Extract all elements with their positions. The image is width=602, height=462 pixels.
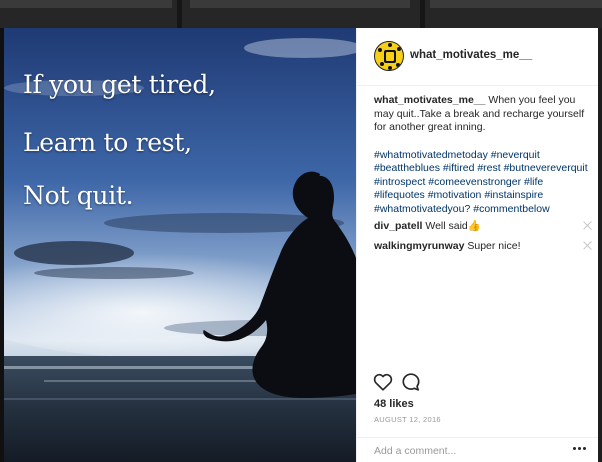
comments-list: what_motivates_me__ When you feel you ma… — [374, 94, 592, 256]
post-image[interactable]: If you get tired, Learn to rest, Not qui… — [4, 28, 356, 462]
comment-bar: Add a comment... — [357, 437, 598, 462]
quote-line-3: Not quit. — [23, 181, 134, 210]
comment-text: Super nice! — [467, 240, 521, 252]
comment-bubble-icon[interactable] — [400, 371, 422, 393]
caption-username[interactable]: what_motivates_me__ — [374, 94, 485, 106]
comment-text: Well said👍 — [425, 220, 481, 232]
comment-item: walkingmyrunway Super nice! — [374, 240, 592, 256]
comment-username[interactable]: walkingmyrunway — [374, 240, 464, 252]
backdrop-right — [598, 28, 602, 462]
post-date[interactable]: AUGUST 12, 2016 — [374, 415, 441, 424]
quote-line-1: If you get tired, — [23, 70, 216, 99]
likes-count[interactable]: 48 likes — [374, 398, 414, 410]
caption: what_motivates_me__ When you feel you ma… — [374, 94, 592, 216]
background-feed-strip — [0, 0, 602, 28]
comment-item: div_patell Well said👍 — [374, 220, 592, 236]
delete-comment-icon[interactable] — [583, 221, 592, 230]
comment-input[interactable]: Add a comment... — [374, 445, 456, 457]
comment-username[interactable]: div_patell — [374, 220, 422, 232]
heart-icon[interactable] — [372, 371, 394, 393]
post-details-panel: what_motivates_me__ what_motivates_me__ … — [356, 28, 598, 462]
caption-hashtags[interactable]: #whatmotivatedmetoday #neverquit #beatth… — [374, 149, 592, 217]
post-header: what_motivates_me__ — [357, 28, 598, 86]
delete-comment-icon[interactable] — [583, 241, 592, 250]
quote-line-2: Learn to rest, — [23, 128, 192, 157]
post-modal: If you get tired, Learn to rest, Not qui… — [4, 28, 598, 462]
header-username[interactable]: what_motivates_me__ — [410, 49, 532, 61]
avatar[interactable] — [374, 41, 404, 71]
more-options-icon[interactable] — [573, 447, 587, 453]
